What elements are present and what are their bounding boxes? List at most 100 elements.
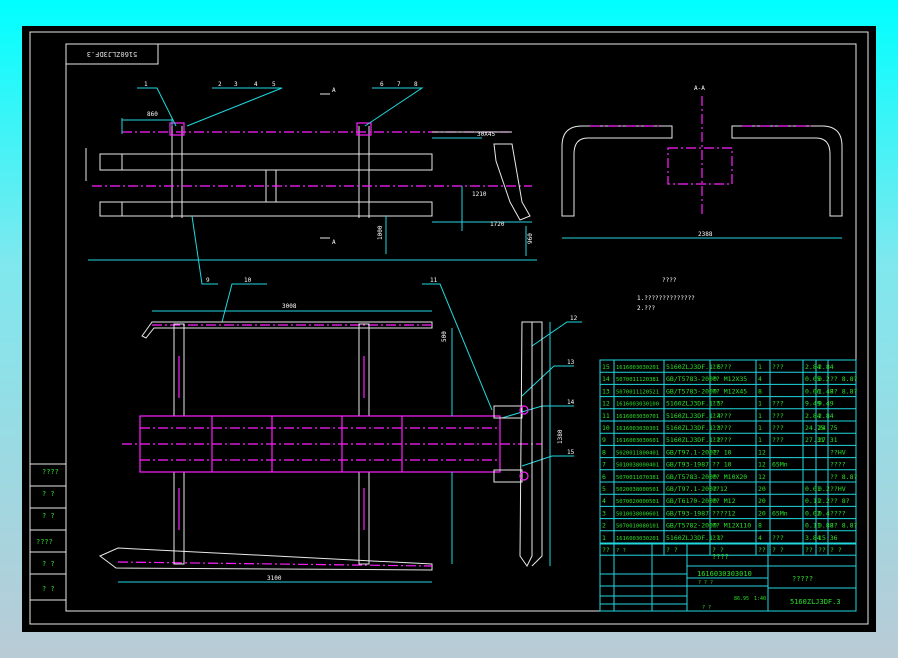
svg-text:2388: 2388 — [698, 231, 713, 238]
parts-row-cell: 1616003030100 — [616, 402, 659, 408]
parts-row-cell: ??? — [772, 400, 784, 408]
parts-row-cell: 2 — [602, 522, 606, 530]
parts-row-cell: ?? M10X20 — [712, 473, 747, 481]
svg-text:5: 5 — [272, 81, 276, 88]
parts-header-cell: ?? — [602, 546, 610, 554]
parts-row-cell: GB/T5783-2000 — [666, 473, 717, 481]
svg-text:1380: 1380 — [557, 429, 564, 444]
parts-row-cell: ????? — [712, 363, 732, 371]
parts-list-table: 15 1616003030201 5160ZLJ3DF.1.6????? 1??? 2.… — [599, 359, 857, 556]
svg-text:1720: 1720 — [490, 221, 505, 228]
drawing-svg: 5160ZLJ3DF.3 ???? ? ? ? ? ???? ? ? ? ? 8… — [29, 31, 869, 625]
parts-row-cell: ??? — [772, 363, 784, 371]
parts-row-cell: 1 — [758, 436, 762, 444]
svg-text:30X45: 30X45 — [477, 131, 495, 138]
parts-row-cell: 24.75 — [818, 424, 838, 432]
parts-row-cell: GB/T5782-2000 — [666, 522, 717, 530]
parts-row-cell: 15 — [602, 363, 610, 371]
parts-row-cell: 20 — [758, 497, 766, 505]
parts-row-cell: 1616003030201 — [616, 536, 659, 542]
parts-row-cell: 20 — [758, 509, 766, 517]
parts-header-cell: ? ? — [772, 546, 784, 554]
svg-text:? ?: ? ? — [42, 560, 55, 568]
parts-row-cell: 3 — [602, 509, 606, 517]
svg-text:? ?: ? ? — [42, 490, 55, 498]
parts-row-cell: ?? M12 — [712, 497, 736, 505]
parts-row-cell: ????? — [712, 412, 732, 420]
parts-row-cell: 27.31 — [818, 436, 838, 444]
svg-text:960: 960 — [527, 233, 534, 244]
cad-drawing-canvas[interactable]: 5160ZLJ3DF.3 ???? ? ? ? ? ???? ? ? ? ? 8… — [22, 26, 876, 632]
svg-text:3100: 3100 — [267, 575, 282, 582]
parts-row-cell: ?? 10 — [712, 448, 732, 456]
parts-row-cell: 65Mn — [772, 461, 788, 469]
svg-text:8: 8 — [414, 81, 418, 88]
parts-row-cell: 4 — [758, 534, 762, 542]
parts-row-cell: 8 — [602, 448, 606, 456]
title-block: ???? 1616030303010 ????? 5160ZLJ3DF.3 86… — [599, 543, 857, 612]
title-scale: 1:40 — [754, 596, 766, 602]
parts-row-cell: ??? — [772, 436, 784, 444]
parts-row-cell: 5020038000501 — [616, 487, 659, 493]
parts-row-cell: 0.2 — [818, 375, 830, 383]
parts-row-cell: ????12 — [712, 509, 736, 517]
parts-row-cell: 12 — [758, 473, 766, 481]
parts-row-cell: 1 — [758, 363, 762, 371]
parts-header-cell: ?? — [818, 546, 826, 554]
svg-text:14: 14 — [567, 399, 575, 406]
parts-row-cell: 15.36 — [818, 534, 838, 542]
parts-row-cell: GB/T6170-2000 — [666, 497, 717, 505]
parts-row-cell: 65Mn — [772, 509, 788, 517]
parts-row-cell: ??? — [712, 400, 724, 408]
parts-row-cell: ?? M12X45 — [712, 387, 747, 395]
parts-row-cell: 5070011120381 — [616, 377, 659, 383]
parts-row-cell: GB/T97.1-2002 — [666, 448, 717, 456]
parts-row-cell: 1616003030701 — [616, 414, 659, 420]
parts-row-cell: 5010038000601 — [616, 511, 659, 517]
parts-row-cell: 8 — [758, 522, 762, 530]
svg-text:????: ???? — [42, 468, 59, 476]
parts-header-cell: ? ? — [616, 548, 626, 554]
parts-row-cell: 9 — [602, 436, 606, 444]
section-view-a-a: A-A 2388 — [561, 85, 843, 239]
parts-row-cell: 5070020000501 — [616, 499, 659, 505]
parts-row-cell: 0.4 — [818, 509, 830, 517]
parts-row-cell: 11 — [602, 412, 610, 420]
parts-row-cell: ????? — [712, 436, 732, 444]
parts-row-cell: ?? 8.8? — [830, 375, 857, 383]
svg-text:4: 4 — [254, 81, 258, 88]
parts-row-cell: GB/T5783-2000 — [666, 387, 717, 395]
svg-text:2: 2 — [218, 81, 222, 88]
parts-row-cell: ??? — [712, 534, 724, 542]
parts-row-cell: ?? 8? — [830, 497, 850, 505]
parts-row-cell: 1616003030301 — [616, 426, 659, 432]
notes-line-2: 2.??? — [637, 305, 655, 312]
svg-text:7: 7 — [397, 81, 401, 88]
svg-text:15: 15 — [567, 449, 575, 456]
parts-row-cell: 4 — [602, 497, 606, 505]
parts-row-cell: ??? — [772, 534, 784, 542]
title-number: 5160ZLJ3DF.3 — [790, 598, 841, 606]
front-view: 860 30X45 1210 1720 1000 960 A A — [85, 87, 537, 261]
notes-line-1: 1.?????????????? — [637, 295, 695, 302]
parts-row-cell: GB/T97.1-2002 — [666, 485, 717, 493]
title-code: 1616030303010 — [697, 570, 752, 578]
parts-row-cell: ?? 10 — [712, 461, 732, 469]
svg-text:1210: 1210 — [472, 191, 487, 198]
parts-row-cell: 10 — [602, 424, 610, 432]
parts-row-cell: 5010038000401 — [616, 463, 659, 469]
side-block: ???? ? ? ? ? ???? ? ? ? ? — [29, 463, 67, 601]
title-company: ????? — [792, 575, 813, 583]
parts-row-cell: 2.84 — [818, 363, 834, 371]
parts-row-cell: 5 — [602, 485, 606, 493]
svg-text:A: A — [332, 87, 336, 94]
plan-view: 3008 3100 500 1380 — [99, 303, 564, 583]
parts-row-cell: 5020011800401 — [616, 450, 659, 456]
parts-row-cell: 12 — [602, 400, 610, 408]
parts-header-cell: ? ? — [830, 546, 842, 554]
parts-row-cell: ??? — [772, 412, 784, 420]
parts-row-cell: 0.2 — [818, 485, 830, 493]
parts-header-cell: ?? — [758, 546, 766, 554]
parts-row-cell: ?? 8.8? — [830, 522, 857, 530]
parts-row-cell: 6 — [602, 473, 606, 481]
